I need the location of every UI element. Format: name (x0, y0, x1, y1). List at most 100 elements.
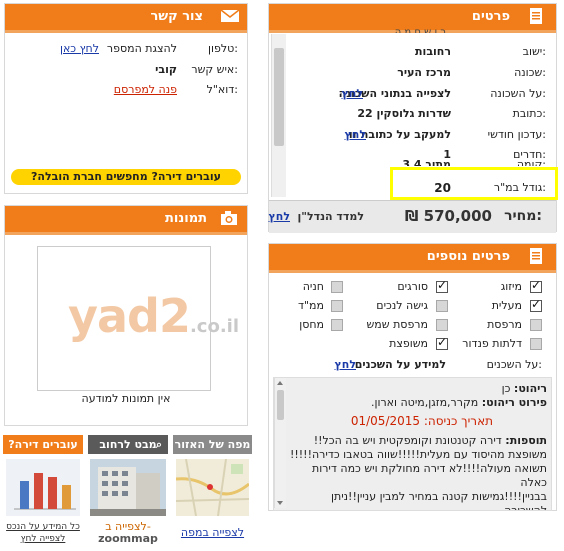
contact-panel: צור קשר טלפון: להצגת המספר לחץ כאן איש ק… (4, 3, 248, 194)
entry-date-row: תאריך כניסה: 01/05/2015 (351, 414, 493, 428)
feature-label: מרפסת שמש (366, 318, 428, 331)
streetview-tile-header: ⌕ מבט לרחוב (88, 435, 168, 454)
yad2-logo-suffix: .co.il (189, 316, 240, 337)
phone-reveal-text: להצגת המספר (106, 42, 177, 55)
entry-date-label: תאריך כניסה: (423, 414, 493, 428)
photos-title: תמונות (165, 211, 207, 226)
furniture-label: ריהוט: (513, 382, 547, 395)
additions-line: תשואה מעולה!!!!לא דירה מחולקת ויש כמה די… (311, 462, 547, 489)
details-title: פרטים (471, 9, 510, 24)
description-box: ריהוט: כן פירוט ריהוט: מקרר,מזגן,מיטה וא… (273, 377, 552, 511)
feature-checkbox[interactable] (436, 278, 448, 293)
feature-checkbox[interactable] (530, 278, 542, 293)
map-tile-header: מפה של האזור (173, 435, 252, 454)
extra-details-header: פרטים נוספים (269, 244, 556, 273)
yad2-logo: yad2.co.il (68, 289, 239, 343)
email-advertiser-link[interactable]: פנה למפרסם (114, 83, 177, 96)
moving-tile-line2[interactable]: לצפייה לחץ (3, 534, 83, 544)
streetview-tile[interactable]: ⌕ מבט לרחוב לצפייה ב- zoommap (88, 435, 168, 545)
feature-checkbox[interactable] (530, 297, 542, 312)
price-bar: מחיר: 570,000 ₪ למדד הנדל"ן לחץ (269, 200, 556, 233)
feature-checkbox[interactable] (436, 300, 448, 312)
document-icon (530, 8, 542, 24)
detail-link[interactable]: לחץ (342, 87, 363, 100)
detail-label: כתובת: (512, 107, 546, 120)
contact-title: צור קשר (150, 9, 203, 24)
feature-checkbox[interactable] (331, 300, 343, 312)
detail-value: שדרות גלוסקין 22 (357, 107, 451, 120)
map-tile-title: מפה של האזור (174, 438, 251, 451)
detail-value: רחובות (415, 45, 451, 58)
extra-details-panel: פרטים נוספים מיזוג סורגים חניה מעלית גישה לנ… (268, 243, 557, 511)
moving-tile[interactable]: עוברים דירה? כל המידע על הנכס לצפייה לחץ (3, 435, 83, 544)
size-highlight-box (390, 167, 558, 200)
feature-checkbox[interactable] (331, 319, 343, 331)
feature-label: סורגים (397, 280, 428, 293)
moving-tile-header: עוברים דירה? (3, 435, 83, 454)
detail-label: על השכונה: (490, 87, 546, 100)
scroll-up-arrow[interactable] (277, 381, 283, 385)
yad2-logo-main: yad2 (68, 289, 191, 343)
neighbors-text: למידע על השכנים (354, 358, 446, 371)
detail-label: שכונה: (514, 66, 546, 79)
map-tile-link[interactable]: לצפייה במפה (173, 526, 252, 539)
photos-panel: תמונות yad2.co.il אין תמונות למודעה (4, 205, 248, 426)
additions-line: בבניין!!!!גמישות קטנה במחיר למבין עניין!… (330, 490, 547, 511)
neighbors-link[interactable]: לחץ (335, 358, 356, 371)
no-photos-text: אין תמונות למודעה (81, 392, 171, 405)
streetview-tile-title: מבט לרחוב (99, 438, 157, 451)
feature-label: חניה (302, 280, 324, 293)
zoommap-logo: zoommap (98, 532, 158, 545)
details-partial-top: ר ו ש ם מ ה (394, 27, 446, 33)
moving-tile-title: עוברים דירה? (8, 438, 78, 451)
feature-checkbox[interactable] (436, 319, 448, 331)
detail-link[interactable]: לחץ (345, 128, 366, 141)
furniture-value: כן (501, 382, 511, 395)
contact-person-label: איש קשר: (191, 63, 238, 76)
additions-text: תוספות: דירה קטנטונת וקומפקטית ויש בה הכ… (288, 434, 547, 511)
envelope-icon (220, 9, 240, 22)
real-estate-index-link[interactable]: לחץ (269, 210, 290, 223)
moving-tile-line1[interactable]: כל המידע על הנכס (3, 522, 83, 532)
neighbors-label: על השכנים: (486, 358, 542, 371)
feature-label: מחסן (299, 318, 324, 331)
camera-icon (221, 211, 237, 225)
feature-checkbox[interactable] (530, 319, 542, 331)
description-scroll-thumb[interactable] (277, 390, 284, 420)
feature-checkbox[interactable] (436, 335, 448, 350)
details-scrollbar[interactable] (271, 34, 286, 197)
feature-label: מרפסת (487, 318, 522, 331)
price-label: מחיר: (504, 208, 542, 224)
contact-person-value: קובי (155, 63, 177, 76)
feature-label: משופצת (389, 337, 428, 350)
moving-banner[interactable]: עוברים דירה? מחפשים חברת הובלה? (11, 169, 241, 185)
document-icon (530, 248, 542, 264)
additions-line: משופצת מהיסוד עם מעלית!!!!!שווה בטאבו כד… (289, 448, 547, 461)
feature-label: דלתות פנדור (462, 337, 522, 350)
feature-checkbox[interactable] (331, 281, 343, 293)
feature-label: מעלית (491, 299, 522, 312)
moving-banner-text: עוברים דירה? מחפשים חברת הובלה? (31, 170, 221, 183)
photos-header: תמונות (5, 206, 247, 235)
scroll-down-arrow[interactable] (277, 501, 283, 505)
map-tile[interactable]: מפה של האזור לצפייה במפה (173, 435, 252, 543)
real-estate-index-text: למדד הנדל"ן (297, 210, 364, 223)
bar-graph-thumbnail (6, 459, 80, 516)
detail-label: ישוב: (522, 45, 546, 58)
feature-label: מיזוג (500, 280, 522, 293)
feature-label: ממ"ד (297, 299, 324, 312)
detail-value: 3 מתוך 4 (402, 158, 451, 166)
email-label: דוא"ל: (206, 83, 238, 96)
price-value: 570,000 ₪ (404, 207, 492, 225)
entry-date-value: 01/05/2015 (350, 414, 421, 428)
detail-value: מרכז העיר (397, 66, 451, 79)
furniture-row: ריהוט: כן (502, 382, 547, 395)
phone-reveal-link[interactable]: לחץ כאן (60, 42, 99, 55)
details-panel: פרטים ר ו ש ם מ ה ישוב: רחובות שכונה: מרכז … (268, 3, 558, 233)
photo-placeholder[interactable]: yad2.co.il (37, 246, 239, 391)
furniture-detail-label: פירוט ריהוט: (481, 396, 547, 409)
details-scroll-thumb[interactable] (274, 48, 284, 146)
description-scrollbar[interactable] (274, 378, 286, 508)
feature-checkbox[interactable] (530, 338, 542, 350)
phone-label: טלפון: (208, 42, 238, 55)
